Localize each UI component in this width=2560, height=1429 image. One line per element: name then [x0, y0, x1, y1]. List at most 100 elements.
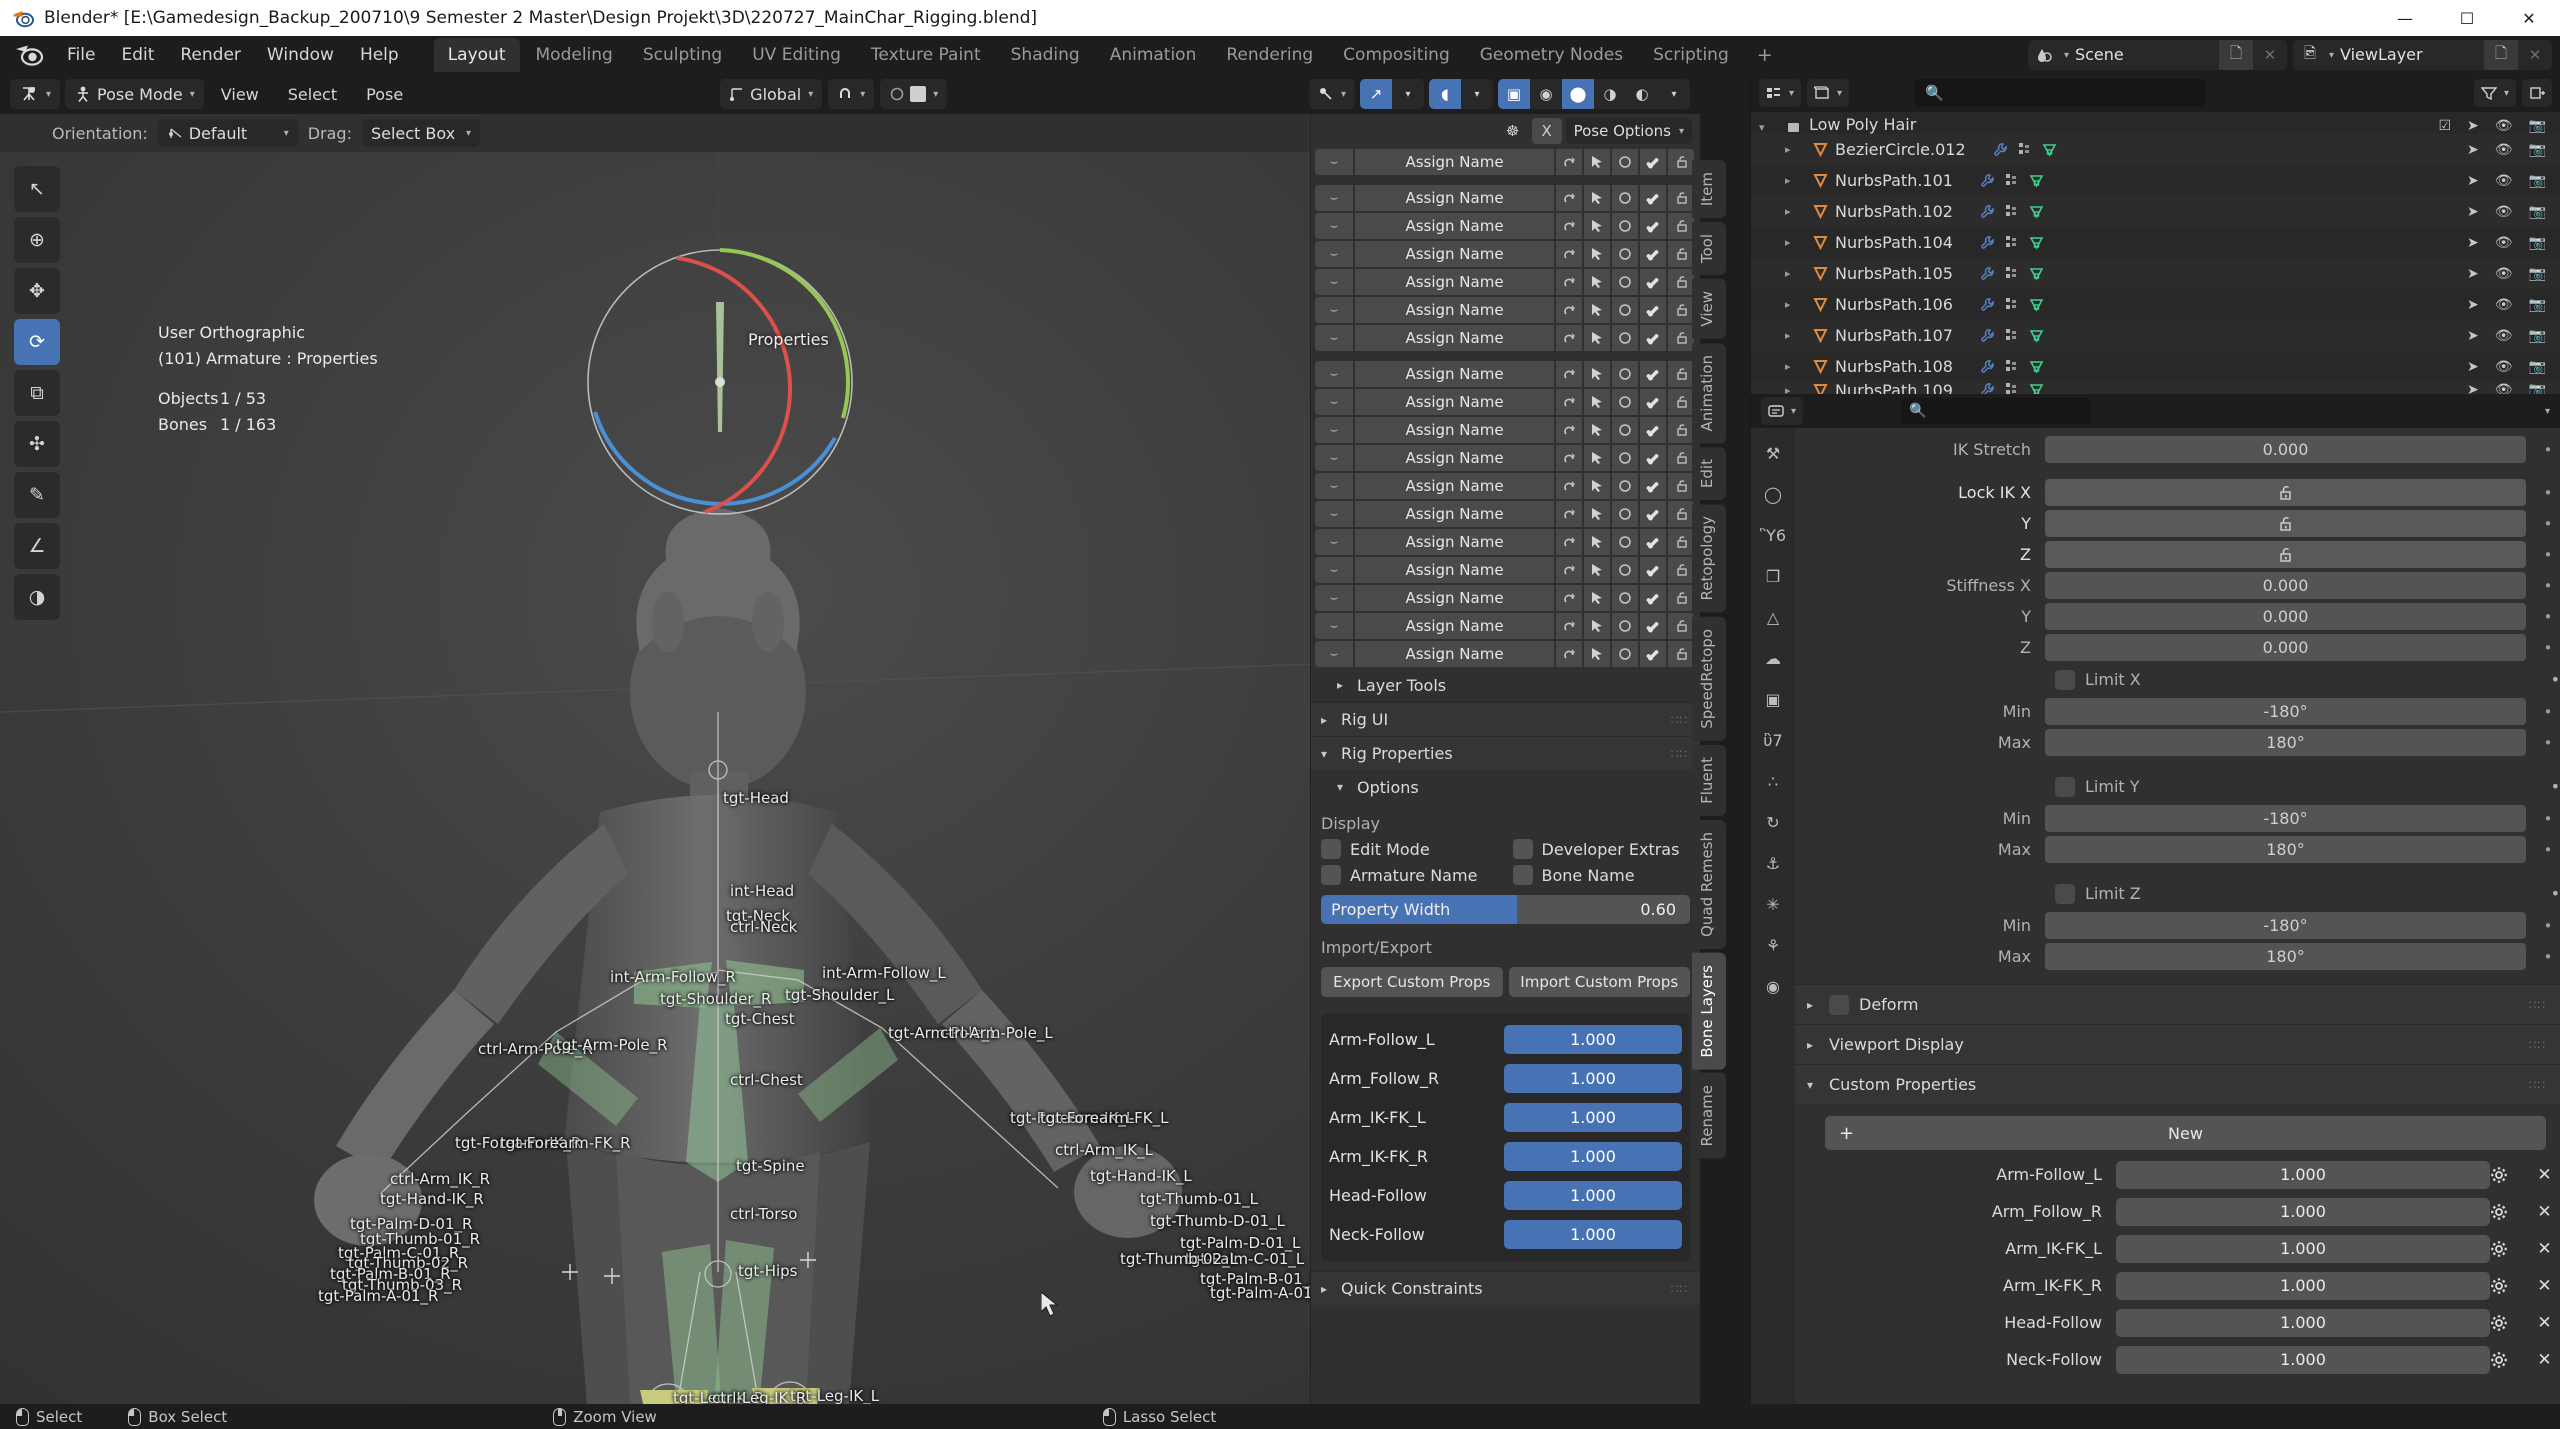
custom-property-value[interactable]: 1.000 — [2116, 1345, 2491, 1374]
bone-shape-icon[interactable]: ⌣ — [1315, 325, 1353, 351]
bone-icon[interactable] — [1640, 585, 1666, 611]
menu-window[interactable]: Window — [254, 41, 347, 69]
sidebar-tab-bone-layers[interactable]: Bone Layers — [1692, 952, 1726, 1070]
unlock-icon[interactable] — [1668, 361, 1694, 387]
viewport-shading-toggle-icon[interactable]: ▣ — [1498, 79, 1530, 109]
pose-options-dropdown[interactable]: Pose Options ▾ — [1565, 118, 1692, 144]
show-gizmo-button[interactable]: ▾ — [1308, 79, 1355, 109]
property-value-field[interactable]: -180° — [2045, 698, 2526, 725]
circle-icon[interactable] — [1612, 213, 1638, 239]
assign-name-button[interactable]: Assign Name — [1355, 185, 1554, 211]
section-rig-ui[interactable]: ▸ Rig UI ∷∷ — [1311, 702, 1700, 736]
xray-toggle-group[interactable]: ◖ ▾ — [1429, 79, 1493, 109]
assign-name-row[interactable]: ⌣ Assign Name — [1311, 212, 1700, 240]
outliner-editor-type-button[interactable]: ▾ — [1759, 79, 1802, 107]
assign-name-button[interactable]: Assign Name — [1355, 241, 1554, 267]
workspace-tab-rendering[interactable]: Rendering — [1212, 38, 1327, 72]
bone-shape-icon[interactable]: ⌣ — [1315, 641, 1353, 667]
unlock-icon[interactable] — [1668, 325, 1694, 351]
assign-name-row[interactable]: ⌣ Assign Name — [1311, 388, 1700, 416]
assign-name-row[interactable]: ⌣ Assign Name — [1311, 612, 1700, 640]
rig-property-value[interactable]: 1.000 — [1504, 1181, 1682, 1210]
outliner-row-object[interactable]: ▸ NurbsPath.104 ➤ 👁 📷 — [1751, 227, 2560, 258]
curve-icon[interactable] — [1556, 417, 1582, 443]
world-tab[interactable]: ☁ — [1759, 645, 1787, 671]
animate-property-dot[interactable]: • — [2536, 515, 2560, 533]
assign-name-row[interactable]: ⌣ Assign Name — [1311, 472, 1700, 500]
animate-property-dot[interactable]: • — [2536, 734, 2560, 752]
curve-icon[interactable] — [1556, 213, 1582, 239]
transform-tool[interactable]: ✣ — [14, 421, 60, 467]
disable-in-renders-icon[interactable]: 📷 — [2529, 297, 2546, 313]
outliner-item-name[interactable]: BezierCircle.012 — [1835, 140, 1966, 159]
bone-shape-icon[interactable]: ⌣ — [1315, 389, 1353, 415]
disable-in-renders-icon[interactable]: 📷 — [2529, 328, 2546, 344]
assign-name-button[interactable]: Assign Name — [1355, 297, 1554, 323]
outliner-row-object[interactable]: ▸ NurbsPath.106 ➤ 👁 📷 — [1751, 289, 2560, 320]
shading-dropdown-icon[interactable]: ▾ — [1658, 79, 1690, 109]
chevron-right-icon[interactable]: ▸ — [1785, 143, 1807, 156]
checkbox-box[interactable] — [1321, 865, 1341, 885]
unlock-icon[interactable] — [1668, 501, 1694, 527]
hide-in-viewport-icon[interactable]: 👁 — [2495, 266, 2513, 282]
bone-icon[interactable] — [1640, 445, 1666, 471]
bone-icon[interactable] — [1640, 325, 1666, 351]
sidebar-tab-retopology[interactable]: Retopology — [1692, 504, 1726, 613]
animate-property-dot[interactable]: • — [2536, 639, 2560, 657]
bone-icon[interactable] — [1640, 297, 1666, 323]
drag-grip-icon[interactable]: ∷∷ — [1671, 747, 1688, 761]
pointer-icon[interactable] — [1584, 269, 1610, 295]
chevron-right-icon[interactable]: ▸ — [1785, 205, 1807, 218]
pointer-icon[interactable] — [1584, 529, 1610, 555]
checkbox-box[interactable] — [1512, 839, 1533, 859]
sidebar-tab-view[interactable]: View — [1692, 279, 1726, 339]
circle-icon[interactable] — [1612, 325, 1638, 351]
new-custom-property-button[interactable]: + New — [1825, 1116, 2546, 1150]
sidebar-tab-quad-remesh[interactable]: Quad Remesh — [1692, 819, 1726, 949]
bone-icon[interactable] — [1640, 241, 1666, 267]
pointer-icon[interactable] — [1584, 417, 1610, 443]
bone-shape-icon[interactable]: ⌣ — [1315, 213, 1353, 239]
physics-tab[interactable]: ↻ — [1759, 809, 1787, 835]
selectable-icon[interactable]: ➤ — [2467, 359, 2479, 375]
scene-name[interactable]: Scene — [2069, 40, 2219, 70]
pointer-icon[interactable] — [1584, 641, 1610, 667]
bone-tab[interactable]: ⚘ — [1759, 932, 1787, 958]
remove-viewlayer-button[interactable]: ✕ — [2518, 40, 2552, 70]
checkbox-limit-x[interactable]: Limit X • — [1795, 663, 2560, 696]
outliner-item-name[interactable]: NurbsPath.105 — [1835, 264, 1953, 283]
lock-toggle[interactable] — [2045, 541, 2526, 568]
checkbox-limit-y[interactable]: Limit Y • — [1795, 770, 2560, 803]
lock-toggle[interactable] — [2045, 479, 2526, 506]
gear-icon[interactable] — [2490, 1351, 2529, 1369]
assign-name-row[interactable]: ⌣ Assign Name — [1311, 324, 1700, 352]
hide-in-viewport-icon[interactable]: 👁 — [2495, 297, 2513, 313]
curve-icon[interactable] — [1556, 389, 1582, 415]
animate-property-dot[interactable]: • — [2536, 810, 2560, 828]
circle-icon[interactable] — [1612, 585, 1638, 611]
assign-name-row[interactable]: ⌣ Assign Name — [1311, 184, 1700, 212]
animate-property-dot[interactable]: • — [2536, 948, 2560, 966]
modifier-wrench-icon[interactable] — [1979, 204, 1995, 220]
curve-icon[interactable] — [1556, 501, 1582, 527]
unlock-icon[interactable] — [1668, 557, 1694, 583]
custom-property-value[interactable]: 1.000 — [2116, 1308, 2491, 1337]
circle-icon[interactable] — [1612, 149, 1638, 175]
curve-icon[interactable] — [1556, 269, 1582, 295]
drag-grip-icon[interactable]: ∷∷ — [1671, 713, 1688, 727]
workspace-tab-modeling[interactable]: Modeling — [522, 38, 627, 72]
gear-icon[interactable] — [2490, 1277, 2529, 1295]
hide-in-viewport-icon[interactable]: 👁 — [2495, 118, 2513, 134]
custom-property-value[interactable]: 1.000 — [2116, 1271, 2491, 1300]
circle-icon[interactable] — [1612, 389, 1638, 415]
unlock-icon[interactable] — [1668, 389, 1694, 415]
gear-icon[interactable] — [2490, 1203, 2529, 1221]
checkbox-box[interactable] — [2055, 776, 2075, 797]
circle-icon[interactable] — [1612, 241, 1638, 267]
shading-wireframe-icon[interactable]: ◉ — [1530, 79, 1562, 109]
bone-icon[interactable] — [1640, 149, 1666, 175]
outliner-item-name[interactable]: NurbsPath.108 — [1835, 357, 1953, 376]
transform-orientation-button[interactable]: Global ▾ — [720, 79, 823, 109]
assign-name-button[interactable]: Assign Name — [1355, 213, 1554, 239]
modifier-wrench-icon[interactable] — [1979, 328, 1995, 344]
